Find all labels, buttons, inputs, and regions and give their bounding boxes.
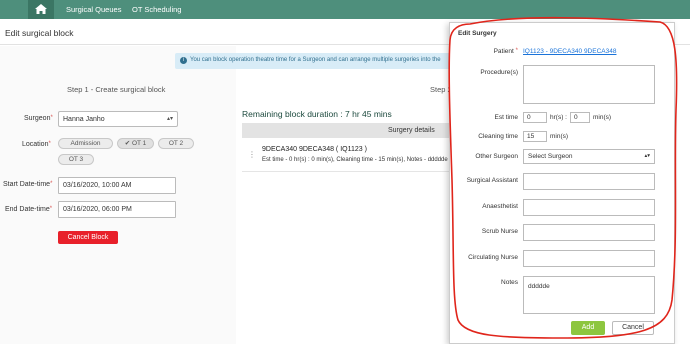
top-nav: Surgical Queues OT Scheduling — [0, 0, 690, 19]
home-icon — [35, 4, 47, 14]
edit-surgery-modal: Edit Surgery Patient * IQ1123 - 9DECA340… — [449, 22, 675, 344]
est-time-label: Est time — [494, 114, 518, 121]
drag-handle-icon[interactable]: ⋮ — [248, 150, 256, 159]
select-arrow-icon: ▴▾ — [644, 153, 650, 159]
remaining-duration: Remaining block duration : 7 hr 45 mins — [242, 109, 392, 119]
start-datetime-label: Start Date-time* — [3, 181, 53, 188]
patient-link[interactable]: IQ1123 - 9DECA340 9DECA348 — [523, 48, 616, 55]
other-surgeon-select[interactable]: Select Surgeon ▴▾ — [523, 149, 655, 164]
est-hr-input[interactable]: 0 — [523, 112, 547, 123]
cleaning-time-label: Cleaning time — [478, 133, 518, 140]
scrub-nurse-input[interactable] — [523, 224, 655, 241]
surgical-assistant-label: Surgical Assistant — [466, 177, 518, 184]
info-text: You can block operation theatre time for… — [190, 57, 441, 63]
surgery-row-name: 9DECA340 9DECA348 ( IQ1123 ) — [262, 146, 367, 153]
page-title: Edit surgical block — [5, 28, 74, 38]
select-arrow-icon: ▴▾ — [166, 116, 173, 122]
cancel-block-button[interactable]: Cancel Block — [58, 231, 118, 244]
info-icon: i — [180, 57, 187, 64]
step1-heading: Step 1 - Create surgical block — [67, 85, 166, 94]
location-ot2[interactable]: OT 2 — [158, 138, 194, 149]
procedure-label: Procedure(s) — [480, 69, 518, 76]
cleaning-time-input[interactable]: 15 — [523, 131, 547, 142]
surgical-assistant-input[interactable] — [523, 173, 655, 190]
info-banner: i You can block operation theatre time f… — [175, 53, 465, 69]
location-ot1[interactable]: ✔ OT 1 — [117, 138, 154, 149]
location-ot3[interactable]: OT 3 — [58, 154, 94, 165]
nav-surgical-queues[interactable]: Surgical Queues — [66, 5, 121, 14]
add-button[interactable]: Add — [571, 321, 605, 335]
est-min-input[interactable]: 0 — [570, 112, 590, 123]
anaesthetist-input[interactable] — [523, 199, 655, 216]
circulating-nurse-input[interactable] — [523, 250, 655, 267]
start-datetime-input[interactable]: 03/16/2020, 10:00 AM — [58, 177, 176, 194]
end-datetime-label: End Date-time* — [5, 206, 53, 213]
surgeon-label: Surgeon* — [24, 115, 53, 122]
notes-value: ddddde — [528, 283, 550, 290]
procedure-textarea[interactable] — [523, 65, 655, 104]
patient-label: Patient * — [493, 48, 518, 55]
surgeon-select[interactable]: Hanna Janho ▴▾ — [58, 111, 178, 127]
surgery-details-title: Surgery details — [388, 127, 435, 134]
other-surgeon-label: Other Surgeon — [475, 153, 518, 160]
location-label: Location* — [22, 141, 51, 148]
location-admission[interactable]: Admission — [58, 138, 113, 149]
anaesthetist-label: Anaesthetist — [482, 203, 518, 210]
surgeon-value: Hanna Janho — [63, 116, 105, 123]
end-datetime-input[interactable]: 03/16/2020, 06:00 PM — [58, 201, 176, 218]
cleaning-unit: min(s) — [550, 133, 569, 140]
notes-label: Notes — [501, 279, 518, 286]
circulating-nurse-label: Circulating Nurse — [468, 254, 518, 261]
cancel-button[interactable]: Cancel — [612, 321, 654, 335]
surgery-row-detail: Est time - 0 hr(s) : 0 min(s), Cleaning … — [262, 157, 448, 163]
modal-title: Edit Surgery — [458, 30, 497, 37]
surgery-row[interactable]: ⋮ 9DECA340 9DECA348 ( IQ1123 ) Est time … — [242, 140, 452, 172]
home-button[interactable] — [28, 0, 54, 19]
nav-ot-scheduling[interactable]: OT Scheduling — [132, 5, 181, 14]
hr-unit: hr(s) : — [550, 114, 567, 121]
surgery-details-header: Surgery details — [242, 123, 452, 138]
scrub-nurse-label: Scrub Nurse — [481, 228, 518, 235]
notes-textarea[interactable]: ddddde — [523, 276, 655, 314]
other-surgeon-value: Select Surgeon — [528, 153, 573, 160]
min-unit: min(s) — [593, 114, 612, 121]
